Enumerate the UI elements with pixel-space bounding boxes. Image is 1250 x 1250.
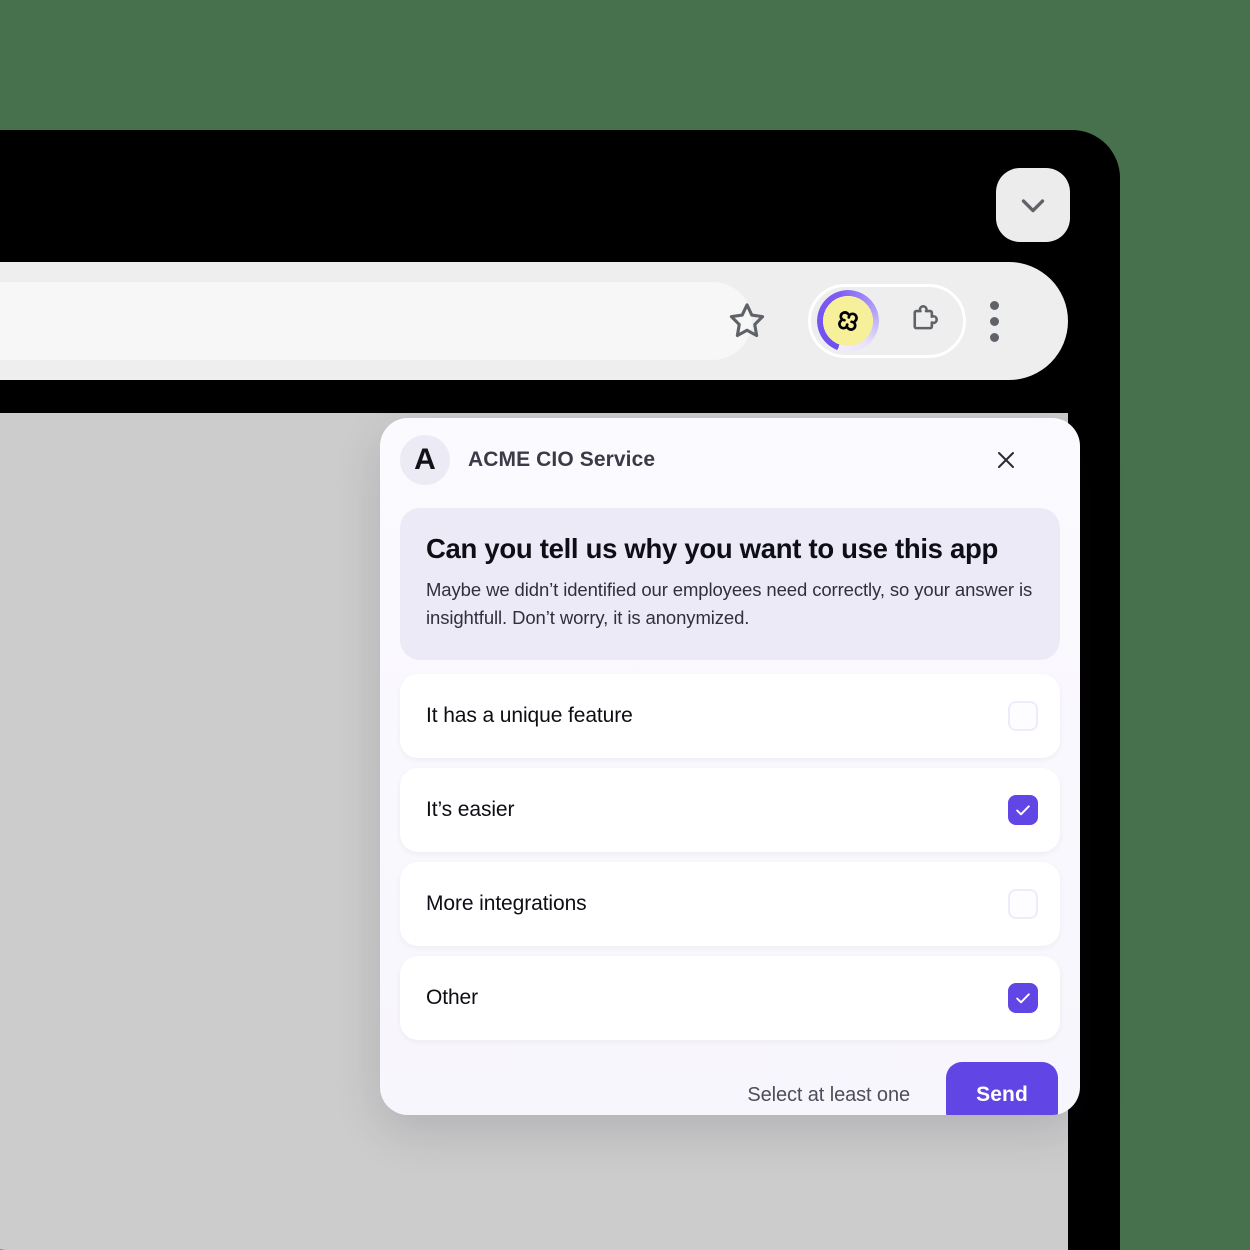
option-row[interactable]: It’s easier [400,768,1060,853]
bookmark-button[interactable] [714,288,780,354]
selection-hint: Select at least one [747,1083,910,1106]
option-row[interactable]: More integrations [400,862,1060,947]
acme-knot-icon [838,311,858,331]
option-label: It has a unique feature [426,704,633,728]
menu-dot-1 [989,300,999,310]
check-icon [1016,993,1030,1004]
send-button[interactable]: Send [946,1062,1058,1115]
checkbox-unchecked[interactable] [1008,889,1038,920]
chevron-down-icon [1021,199,1045,213]
menu-dot-2 [989,316,999,326]
close-icon [998,452,1014,468]
checkbox-checked[interactable] [1008,983,1038,1014]
option-row[interactable]: It has a unique feature [400,674,1060,759]
close-button[interactable] [986,440,1026,480]
acme-logo-badge [823,296,873,346]
star-icon [729,303,765,338]
check-icon [1016,805,1030,816]
browser-menu-button[interactable] [978,290,1010,352]
widget-header: A ACME CIO Service [380,418,1080,502]
acme-extension-icon[interactable] [817,290,879,352]
acme-survey-widget: A ACME CIO Service Can you tell us why y… [380,418,1080,1115]
menu-dot-3 [989,332,999,342]
question-title: Can you tell us why you want to use this… [426,533,999,564]
question-card: Can you tell us why you want to use this… [400,508,1060,661]
widget-footer: Select at least one Send [400,1062,1058,1115]
address-bar[interactable] [0,282,752,360]
avatar: A [400,435,450,485]
puzzle-piece-icon [913,305,938,330]
option-label: It’s easier [426,798,515,822]
widget-title: ACME CIO Service [468,448,656,471]
checkbox-unchecked[interactable] [1008,701,1038,732]
option-label: Other [426,986,479,1010]
checkbox-checked[interactable] [1008,795,1038,826]
option-row[interactable]: Other [400,956,1060,1041]
question-subtitle: Maybe we didn’t identified our employees… [426,578,1033,628]
options-list: It has a unique feature It’s easier More i… [400,674,1060,1041]
collapse-button[interactable] [996,168,1070,242]
extensions-group [808,284,966,358]
extensions-button[interactable] [895,290,957,352]
option-label: More integrations [426,892,587,916]
